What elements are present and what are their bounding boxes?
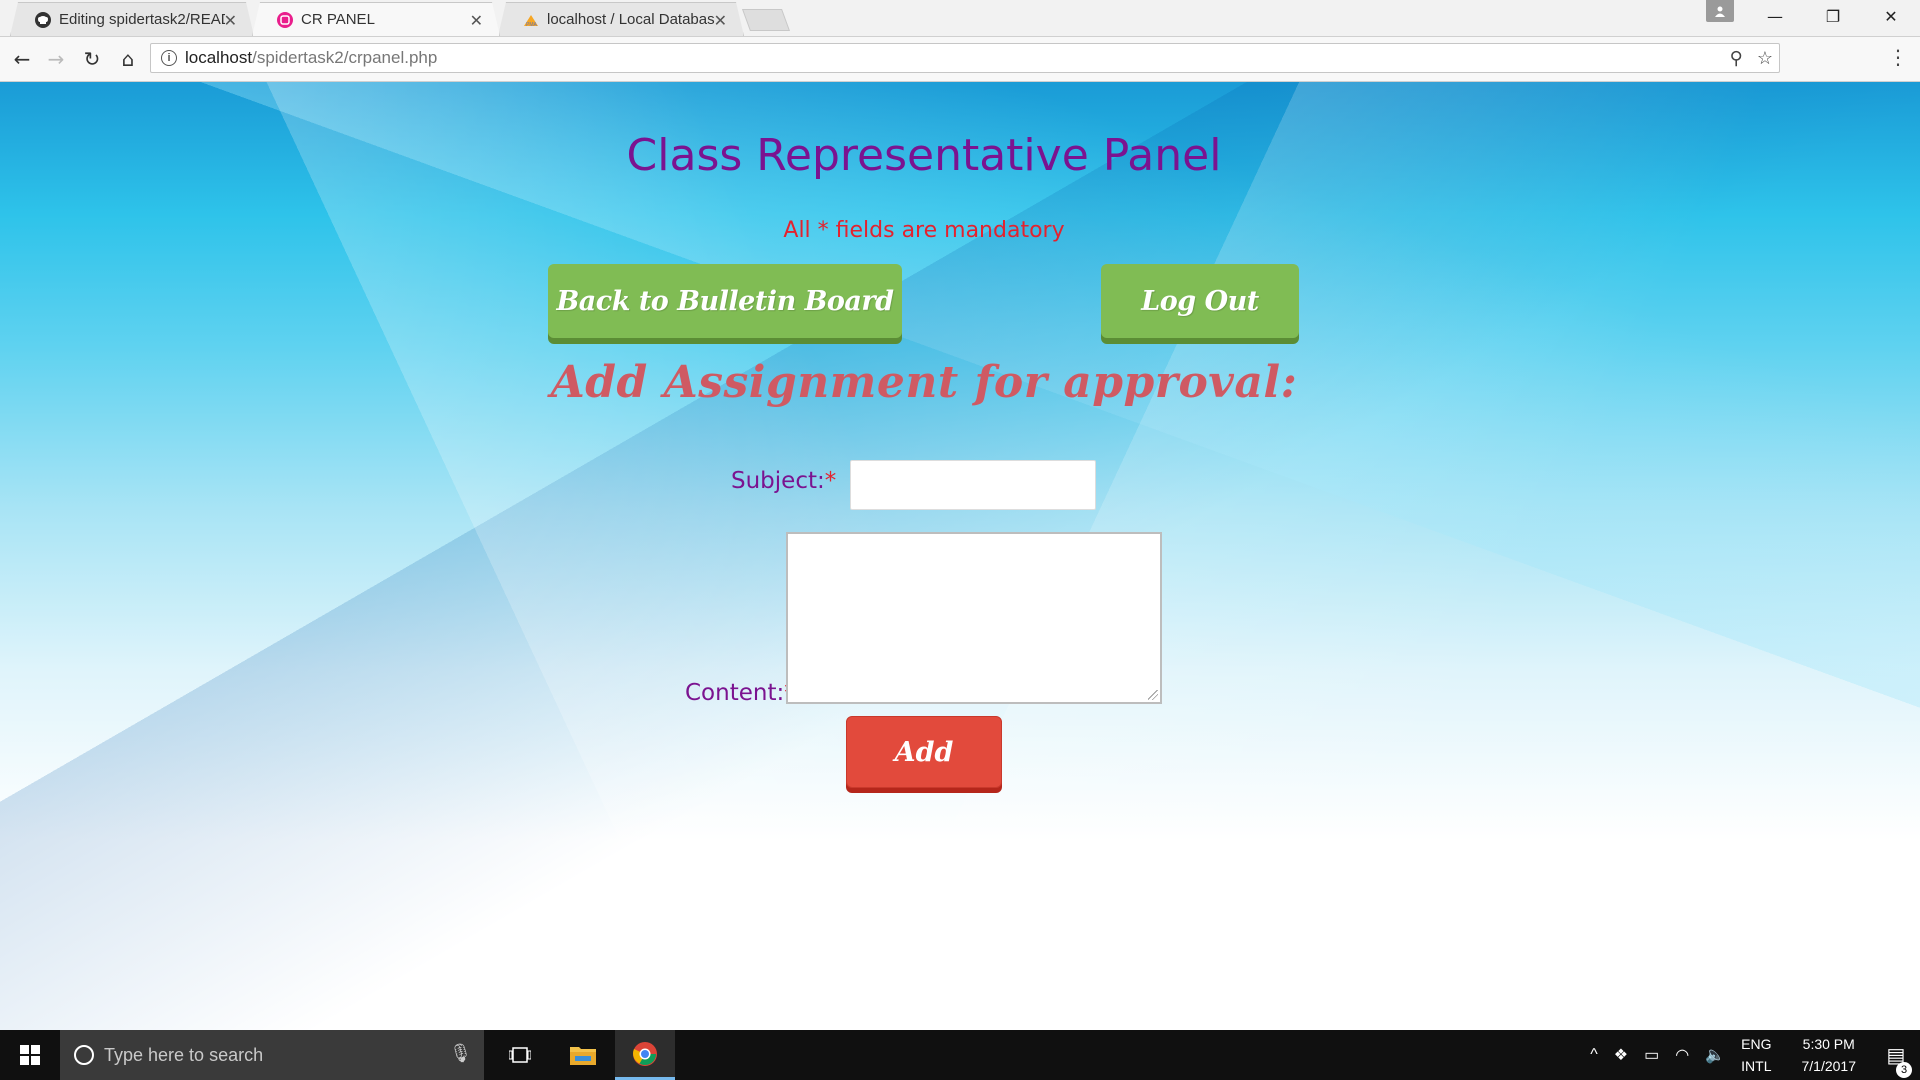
- restore-icon[interactable]: ❐: [1804, 0, 1862, 32]
- app-icon: [277, 12, 293, 28]
- minimize-icon[interactable]: —: [1746, 0, 1804, 32]
- taskbar-search[interactable]: Type here to search 🎙: [60, 1030, 484, 1080]
- content-label-text: Content:: [685, 680, 785, 706]
- windows-taskbar: Type here to search 🎙 ^ ❖ ▭ ◠ 🔈 ENG INTL…: [0, 1030, 1920, 1080]
- tab-github[interactable]: Editing spidertask2/READ ✕: [10, 2, 254, 36]
- wifi-icon[interactable]: ◠: [1675, 1045, 1689, 1065]
- start-button[interactable]: [0, 1030, 60, 1080]
- chrome-taskbar-icon[interactable]: [615, 1030, 675, 1080]
- clock-date: 7/1/2017: [1801, 1058, 1857, 1074]
- search-placeholder: Type here to search: [104, 1044, 264, 1065]
- reload-icon[interactable]: ↻: [80, 47, 104, 71]
- add-button[interactable]: Add: [846, 716, 1002, 788]
- menu-kebab-icon[interactable]: ⋮: [1888, 47, 1908, 67]
- lang-bottom: INTL: [1741, 1058, 1772, 1074]
- tab-cr-panel[interactable]: CR PANEL ✕: [252, 2, 500, 36]
- logout-button[interactable]: Log Out: [1101, 264, 1299, 338]
- new-tab-button[interactable]: [741, 9, 791, 31]
- mandatory-note: All * fields are mandatory: [783, 218, 1065, 243]
- url-path: /spidertask2/crpanel.php: [252, 48, 438, 67]
- task-view-icon[interactable]: [490, 1030, 550, 1080]
- action-center-icon[interactable]: ▤ 3: [1872, 1043, 1920, 1078]
- close-icon[interactable]: ✕: [714, 11, 727, 31]
- zoom-icon[interactable]: ⚲: [1730, 48, 1743, 69]
- browser-toolbar: ← → ↻ ⌂ i localhost/spidertask2/crpanel.…: [0, 37, 1920, 82]
- dropbox-icon[interactable]: ❖: [1614, 1045, 1628, 1065]
- close-icon[interactable]: ✕: [470, 11, 483, 31]
- back-icon[interactable]: ←: [10, 47, 34, 71]
- microphone-icon[interactable]: 🎙: [449, 1043, 472, 1064]
- subject-label-text: Subject:: [731, 468, 825, 494]
- required-marker: *: [824, 468, 837, 494]
- svg-text:PMA: PMA: [526, 22, 538, 28]
- clock[interactable]: 5:30 PM 7/1/2017: [1802, 1033, 1857, 1077]
- volume-icon[interactable]: 🔈: [1705, 1045, 1725, 1065]
- section-heading: Add Assignment for approval:: [550, 357, 1298, 408]
- page-title: Class Representative Panel: [626, 130, 1222, 181]
- tab-title: CR PANEL: [301, 11, 375, 28]
- home-icon[interactable]: ⌂: [116, 47, 140, 71]
- tab-phpmyadmin[interactable]: PMA localhost / Local Databas ✕: [498, 2, 744, 36]
- subject-label: Subject:*: [731, 468, 836, 494]
- system-tray: ^ ❖ ▭ ◠ 🔈 ENG INTL 5:30 PM 7/1/2017 ▤ 3: [1582, 1030, 1920, 1080]
- file-explorer-icon[interactable]: [553, 1030, 613, 1080]
- content-label: Content:*: [685, 680, 796, 706]
- window-controls: — ❐ ✕: [1746, 0, 1920, 32]
- battery-icon[interactable]: ▭: [1644, 1045, 1659, 1065]
- cortana-icon: [74, 1045, 94, 1065]
- back-to-bulletin-button[interactable]: Back to Bulletin Board: [548, 264, 902, 338]
- bookmark-star-icon[interactable]: ☆: [1757, 48, 1773, 69]
- tab-title: localhost / Local Databas: [547, 11, 715, 28]
- profile-button[interactable]: [1706, 0, 1734, 22]
- forward-icon[interactable]: →: [44, 47, 68, 71]
- browser-tabstrip: Editing spidertask2/READ ✕ CR PANEL ✕ PM…: [0, 0, 1920, 37]
- language-indicator[interactable]: ENG INTL: [1741, 1033, 1771, 1077]
- close-icon[interactable]: ✕: [224, 11, 237, 31]
- phpmyadmin-icon: PMA: [523, 12, 539, 28]
- subject-input[interactable]: [850, 460, 1096, 510]
- user-icon: [1715, 6, 1725, 17]
- clock-time: 5:30 PM: [1802, 1036, 1855, 1052]
- github-icon: [35, 12, 51, 28]
- page-content: Class Representative Panel All * fields …: [0, 82, 1920, 1030]
- url-host: localhost: [185, 48, 253, 67]
- close-window-icon[interactable]: ✕: [1862, 0, 1920, 32]
- lang-top: ENG: [1741, 1036, 1772, 1052]
- resize-handle-icon[interactable]: [1148, 690, 1158, 700]
- windows-logo-icon: [20, 1045, 40, 1065]
- show-hidden-icons-icon[interactable]: ^: [1590, 1046, 1598, 1064]
- notification-badge: 3: [1896, 1061, 1912, 1078]
- address-bar[interactable]: i localhost/spidertask2/crpanel.php ⚲ ☆: [150, 43, 1780, 73]
- info-icon[interactable]: i: [161, 50, 177, 66]
- content-textarea[interactable]: [786, 532, 1162, 704]
- tab-title: Editing spidertask2/READ: [59, 11, 225, 28]
